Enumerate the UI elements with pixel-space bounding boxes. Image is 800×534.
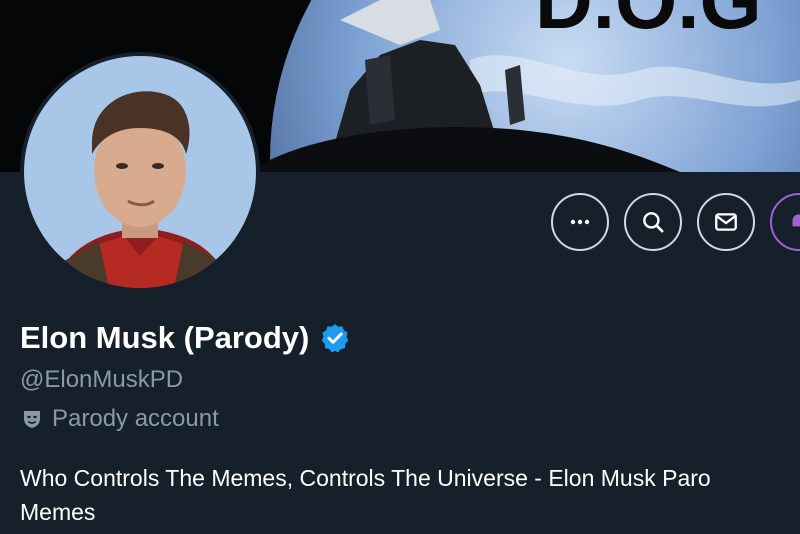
search-button[interactable] [624, 193, 682, 251]
bio-line-2: Memes [20, 499, 96, 525]
search-icon [643, 212, 664, 233]
profile-handle: @ElonMuskPD [20, 366, 184, 393]
avatar[interactable] [20, 52, 260, 292]
profile-actions [551, 193, 800, 251]
profile-bio: Who Controls The Memes, Controls The Uni… [20, 461, 800, 529]
message-button[interactable] [697, 193, 755, 251]
parody-label: Parody account [20, 405, 219, 433]
more-icon [570, 219, 590, 225]
theater-masks-icon [24, 411, 40, 428]
verified-badge-icon [322, 324, 349, 353]
banner-text: D.O.G [535, 0, 762, 45]
notification-button[interactable] [770, 193, 800, 251]
message-icon [715, 213, 737, 231]
name-row: Elon Musk (Parody) [20, 320, 351, 356]
display-name: Elon Musk (Parody) [20, 320, 310, 355]
bio-line-1: Who Controls The Memes, Controls The Uni… [20, 465, 711, 491]
more-button[interactable] [551, 193, 609, 251]
notification-icon [792, 214, 800, 227]
parody-label-text: Parody account [52, 405, 219, 432]
